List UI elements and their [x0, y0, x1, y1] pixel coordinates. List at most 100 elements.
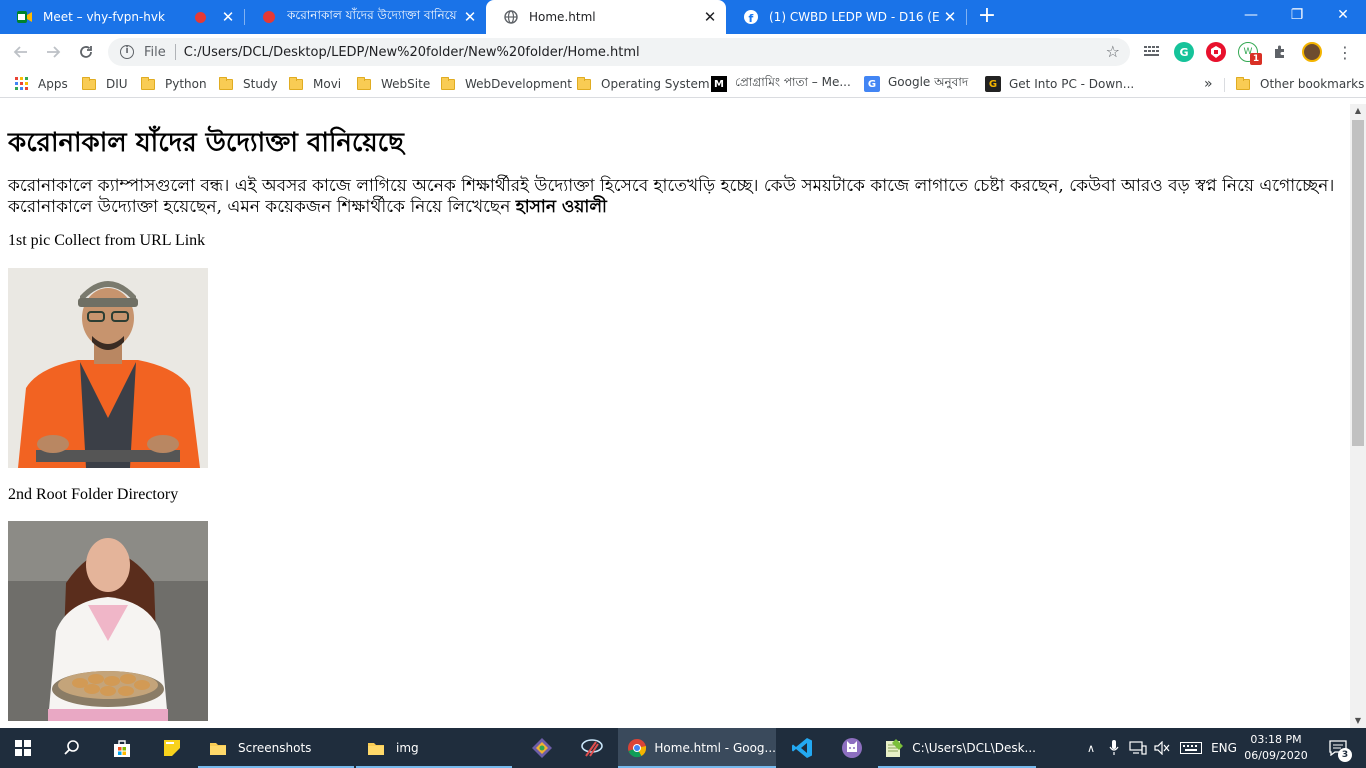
google-translate-icon: G — [864, 76, 880, 92]
git-diamond-icon — [532, 738, 552, 758]
photo-young-man — [8, 268, 208, 468]
getintopc-icon: G — [985, 76, 1001, 92]
microphone-icon[interactable] — [1104, 728, 1124, 768]
back-button[interactable] — [8, 39, 34, 65]
tab-title: (1) CWBD LEDP WD - D16 (Evenin — [769, 10, 940, 24]
search-button[interactable] — [48, 728, 96, 768]
folder-icon — [1236, 76, 1250, 90]
taskbar-snipping-tool[interactable] — [568, 728, 616, 768]
bookmark-label: Apps — [38, 77, 68, 91]
network-icon[interactable] — [1126, 728, 1150, 768]
chrome-menu-icon[interactable]: ⋮ — [1332, 39, 1358, 65]
bookmark-label: WebSite — [381, 77, 431, 91]
folder-icon — [364, 736, 388, 760]
bookmark-apps[interactable]: Apps — [14, 75, 68, 93]
close-tab-icon[interactable]: ✕ — [218, 7, 238, 27]
author-name: হাসান ওয়ালী — [515, 197, 607, 217]
bookmark-star-icon[interactable]: ☆ — [1106, 42, 1120, 61]
bookmark-operating-system[interactable]: Operating System — [577, 75, 710, 93]
page-content: করোনাকাল যাঁদের উদ্যোক্তা বানিয়েছে করোন… — [0, 104, 1350, 728]
clock-time: 03:18 PM — [1250, 733, 1302, 746]
notification-count-badge: 3 — [1338, 748, 1352, 762]
site-info-icon[interactable]: i — [120, 45, 134, 59]
profile-avatar[interactable] — [1302, 42, 1322, 62]
bookmark-study[interactable]: Study — [219, 75, 278, 93]
taskbar-item-label: C:\Users\DCL\Desk... — [912, 741, 1036, 755]
reload-button[interactable] — [73, 39, 99, 65]
bookmark-other-bookmarks[interactable]: Other bookmarks — [1236, 75, 1364, 93]
caption-second-picture: 2nd Root Folder Directory — [8, 486, 179, 503]
extension-grid-icon[interactable] — [1142, 42, 1162, 62]
folder-icon — [219, 76, 233, 90]
bookmark-movi[interactable]: Movi — [289, 75, 341, 93]
taskbar-git-app[interactable] — [518, 728, 566, 768]
taskbar-sticky-notes[interactable] — [148, 728, 196, 768]
close-tab-icon[interactable]: ✕ — [940, 7, 960, 27]
taskbar-screenshots-folder[interactable]: Screenshots — [198, 728, 354, 768]
bookmark-get-into-pc[interactable]: G Get Into PC - Down... — [985, 75, 1134, 93]
scrollbar-thumb[interactable] — [1352, 120, 1364, 446]
apps-grid-icon — [14, 76, 30, 92]
bookmark-webdevelopment[interactable]: WebDevelopment — [441, 75, 572, 93]
windows-logo-icon — [15, 740, 31, 756]
tab-home-html[interactable]: Home.html ✕ — [486, 0, 726, 34]
folder-icon — [441, 76, 455, 90]
svg-text:f: f — [749, 12, 754, 24]
bookmarks-overflow-button[interactable]: » — [1204, 75, 1213, 93]
scheme-label: File — [144, 44, 166, 60]
reload-icon — [80, 46, 92, 58]
taskbar-store[interactable] — [98, 728, 146, 768]
clock-date: 06/09/2020 — [1244, 749, 1308, 762]
extensions-puzzle-icon[interactable] — [1270, 42, 1290, 62]
taskbar-chrome-window[interactable]: Home.html - Goog... — [618, 728, 776, 768]
taskbar-notepadpp-window[interactable]: C:\Users\DCL\Desk... — [878, 728, 1036, 768]
bookmark-diu[interactable]: DIU — [82, 75, 128, 93]
bookmark-google-translate[interactable]: G Google অনুবাদ — [864, 75, 968, 93]
close-window-button[interactable]: ✕ — [1320, 0, 1366, 30]
back-arrow-icon — [13, 46, 27, 58]
restore-button[interactable]: ❐ — [1274, 0, 1320, 30]
touch-keyboard-icon[interactable] — [1176, 728, 1206, 768]
taskbar-img-folder[interactable]: img — [356, 728, 512, 768]
vscode-icon — [792, 738, 812, 758]
start-button[interactable] — [0, 728, 46, 768]
recording-dot-icon — [195, 11, 206, 23]
volume-muted-icon[interactable] — [1152, 728, 1172, 768]
tab-facebook[interactable]: f (1) CWBD LEDP WD - D16 (Evenin ✕ — [726, 0, 967, 34]
chrome-icon — [626, 736, 648, 760]
taskbar-vscode[interactable] — [778, 728, 826, 768]
input-language-indicator[interactable]: ENG — [1208, 728, 1240, 768]
action-center-button[interactable]: 3 — [1318, 728, 1358, 768]
new-tab-button[interactable]: + — [976, 5, 998, 28]
windows-taskbar: Screenshots img Home.html - Goog... C:\U… — [0, 728, 1366, 768]
address-bar[interactable]: i File C:/Users/DCL/Desktop/LEDP/New%20f… — [108, 38, 1130, 66]
taskbar-clock[interactable]: 03:18 PM 06/09/2020 — [1240, 732, 1312, 764]
tab-strip: Meet – vhy-fvpn-hvk ✕ করোনাকাল যাঁদের উদ… — [0, 0, 1366, 34]
minimize-button[interactable]: — — [1228, 0, 1274, 30]
store-bag-icon — [114, 740, 130, 757]
red-dot-icon — [261, 9, 277, 25]
scroll-up-arrow-icon[interactable]: ▲ — [1350, 104, 1366, 118]
caption-first-picture: 1st pic Collect from URL Link — [8, 232, 206, 249]
grammarly-icon[interactable]: G — [1174, 42, 1194, 62]
adblock-icon[interactable] — [1206, 42, 1226, 62]
url-text[interactable]: C:/Users/DCL/Desktop/LEDP/New%20folder/N… — [184, 45, 640, 60]
google-meet-icon — [17, 9, 33, 25]
bookmark-python[interactable]: Python — [141, 75, 207, 93]
forward-button[interactable] — [40, 39, 66, 65]
scroll-down-arrow-icon[interactable]: ▼ — [1350, 714, 1366, 728]
bookmark-programming-pata[interactable]: M প্রোগ্রামিং পাতা – Me... — [711, 75, 851, 93]
close-tab-icon[interactable]: ✕ — [460, 7, 480, 27]
bookmark-label: Movi — [313, 77, 342, 91]
close-tab-icon[interactable]: ✕ — [700, 7, 720, 27]
bookmark-label: WebDevelopment — [465, 77, 572, 91]
page-scrollbar[interactable]: ▲ ▼ — [1350, 104, 1366, 728]
medium-icon: M — [711, 76, 727, 92]
bookmark-website[interactable]: WebSite — [357, 75, 430, 93]
taskbar-cat-app[interactable] — [828, 728, 876, 768]
folder-icon — [141, 76, 155, 90]
tab-article[interactable]: করোনাকাল যাঁদের উদ্যোক্তা বানিয়ে ✕ — [244, 0, 486, 34]
tab-meet[interactable]: Meet – vhy-fvpn-hvk ✕ — [0, 0, 245, 34]
show-hidden-icons-button[interactable]: ∧ — [1080, 728, 1102, 768]
tab-title: Meet – vhy-fvpn-hvk — [43, 10, 165, 24]
